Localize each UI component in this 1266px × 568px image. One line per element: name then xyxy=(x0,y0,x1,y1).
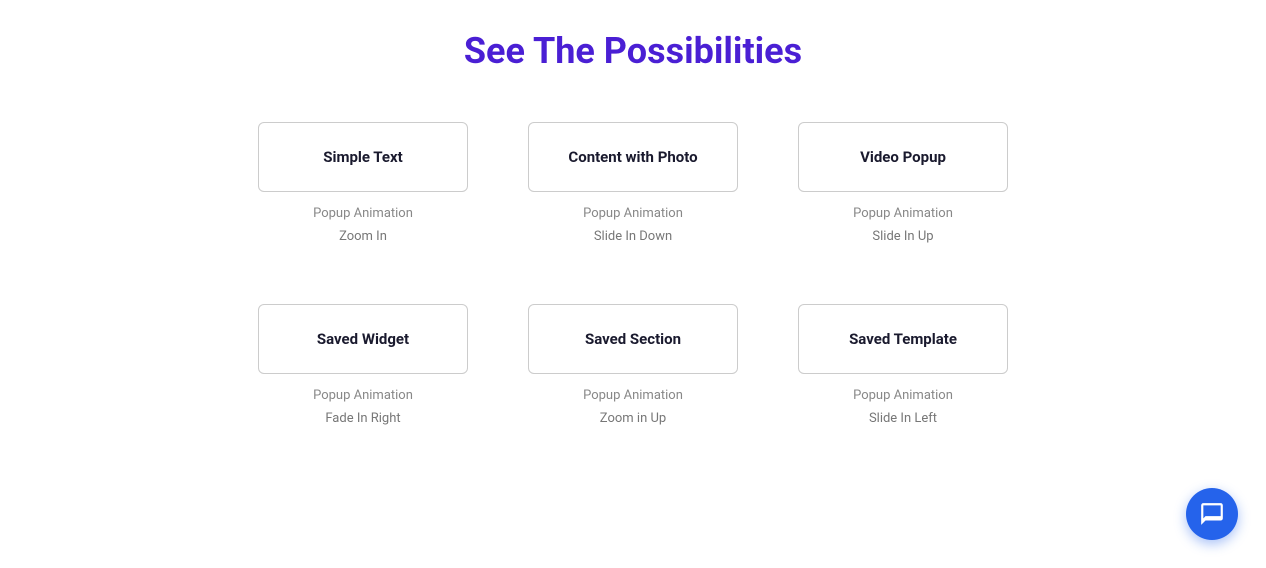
card-title-saved-widget: Saved Widget xyxy=(317,330,409,348)
card-title-saved-template: Saved Template xyxy=(849,330,957,348)
card-content-with-photo[interactable]: Content with Photo xyxy=(528,122,738,192)
popup-animation-label-saved-template: Popup Animation xyxy=(853,388,953,403)
popup-animation-label-saved-widget: Popup Animation xyxy=(313,388,413,403)
page-title: See The Possibilities xyxy=(40,30,1226,72)
page-container: See The Possibilities Simple Text Popup A… xyxy=(0,0,1266,526)
popup-animation-label-video-popup: Popup Animation xyxy=(853,206,953,221)
chat-icon xyxy=(1199,501,1225,527)
card-title-simple-text: Simple Text xyxy=(323,148,402,166)
card-title-video-popup: Video Popup xyxy=(860,148,946,166)
animation-value-saved-section: Zoom in Up xyxy=(600,411,666,426)
card-wrapper-content-with-photo: Content with Photo Popup Animation Slide I… xyxy=(528,122,738,244)
popup-animation-label-simple-text: Popup Animation xyxy=(313,206,413,221)
card-wrapper-saved-template: Saved Template Popup Animation Slide In Le… xyxy=(798,304,1008,426)
card-saved-widget[interactable]: Saved Widget xyxy=(258,304,468,374)
card-video-popup[interactable]: Video Popup xyxy=(798,122,1008,192)
card-title-content-with-photo: Content with Photo xyxy=(568,148,697,166)
animation-value-content-with-photo: Slide In Down xyxy=(594,229,672,244)
card-saved-template[interactable]: Saved Template xyxy=(798,304,1008,374)
animation-value-simple-text: Zoom In xyxy=(339,229,387,244)
card-simple-text[interactable]: Simple Text xyxy=(258,122,468,192)
animation-value-video-popup: Slide In Up xyxy=(872,229,933,244)
card-title-saved-section: Saved Section xyxy=(585,330,681,348)
card-wrapper-saved-section: Saved Section Popup Animation Zoom in Up xyxy=(528,304,738,426)
popup-animation-label-saved-section: Popup Animation xyxy=(583,388,683,403)
card-wrapper-simple-text: Simple Text Popup Animation Zoom In xyxy=(258,122,468,244)
card-wrapper-saved-widget: Saved Widget Popup Animation Fade In Right xyxy=(258,304,468,426)
card-saved-section[interactable]: Saved Section xyxy=(528,304,738,374)
cards-row-row1: Simple Text Popup Animation Zoom In Content… xyxy=(40,122,1226,244)
animation-value-saved-widget: Fade In Right xyxy=(325,411,400,426)
chat-button[interactable] xyxy=(1186,488,1238,540)
card-wrapper-video-popup: Video Popup Popup Animation Slide In Up xyxy=(798,122,1008,244)
popup-animation-label-content-with-photo: Popup Animation xyxy=(583,206,683,221)
cards-row-row2: Saved Widget Popup Animation Fade In Right… xyxy=(40,304,1226,426)
animation-value-saved-template: Slide In Left xyxy=(869,411,937,426)
cards-section: Simple Text Popup Animation Zoom In Content… xyxy=(40,122,1226,426)
